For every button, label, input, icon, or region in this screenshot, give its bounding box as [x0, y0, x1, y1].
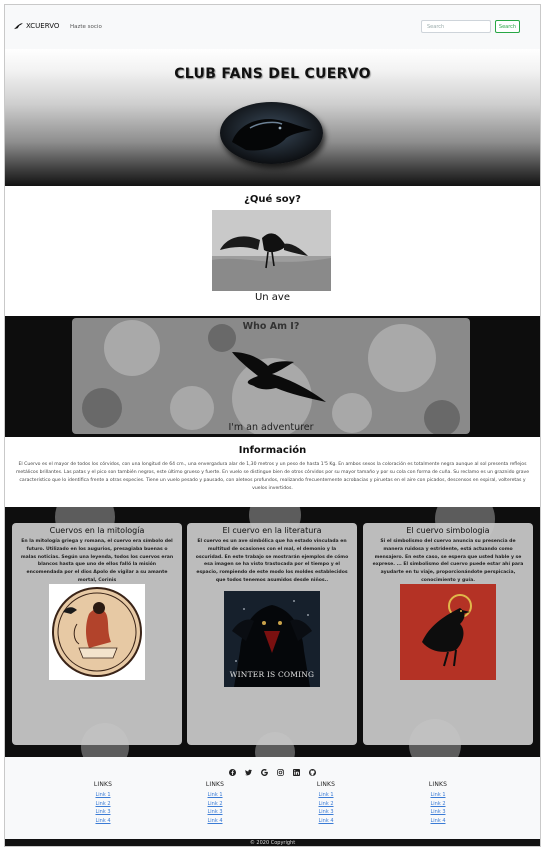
who-am-i-title: Who Am I?	[242, 321, 300, 332]
footer-column-heading: LINKS	[316, 781, 336, 788]
footer-column-1: LINKS Link 1 Link 2 Link 3 Link 4	[73, 781, 133, 825]
footer-column-heading: LINKS	[205, 781, 225, 788]
footer-column-heading: LINKS	[428, 781, 448, 788]
navbar: XCUERVO Hazte socio Search	[5, 5, 540, 49]
section-caption: Un ave	[254, 292, 291, 303]
winter-is-coming-image: WINTER IS COMING	[224, 591, 320, 687]
instagram-icon[interactable]	[277, 769, 284, 776]
search-button[interactable]: Search	[495, 20, 520, 33]
facebook-icon[interactable]	[229, 769, 236, 776]
footer-column-3: LINKS Link 1 Link 2 Link 3 Link 4	[296, 781, 356, 825]
who-am-i-caption: I'm an adventurer	[228, 422, 314, 433]
footer-link[interactable]: Link 4	[73, 817, 133, 826]
card-title: El cuervo en la literatura	[222, 526, 322, 535]
card-text: En la mitología griega y romana, el cuer…	[20, 539, 174, 583]
card-title: Cuervos en la mitología	[49, 526, 145, 535]
twitter-icon[interactable]	[245, 769, 252, 776]
google-icon[interactable]	[261, 769, 268, 776]
hero-section: CLUB FANS DEL CUERVO	[5, 49, 540, 186]
section-title: ¿Qué soy?	[244, 194, 301, 205]
information-text: El Cuervo es el mayor de todos los córvi…	[15, 462, 530, 491]
mythology-card: Cuervos en la mitología En la mitología …	[12, 523, 182, 745]
footer-column-heading: LINKS	[93, 781, 113, 788]
copyright-bar: © 2020 Copyright	[5, 839, 540, 846]
who-am-i-card: Who Am I? I'm an adventurer	[72, 318, 470, 434]
brand-link[interactable]: XCUERVO	[14, 22, 59, 30]
footer-column-4: LINKS Link 1 Link 2 Link 3 Link 4	[408, 781, 468, 825]
crow-logo-icon	[14, 22, 23, 30]
footer-link[interactable]: Link 2	[408, 800, 468, 809]
symbolism-card: El cuervo simbologia Si el simbolismo de…	[363, 523, 533, 745]
card-text: El cuervo es un ave simbólica que ha est…	[195, 539, 349, 583]
what-am-i-section: ¿Qué soy? Un ave	[5, 186, 540, 316]
search-input[interactable]	[421, 20, 491, 33]
winter-is-coming-text: WINTER IS COMING	[229, 670, 315, 679]
footer-link[interactable]: Link 3	[408, 808, 468, 817]
cards-section: Cuervos en la mitología En la mitología …	[5, 507, 540, 757]
greek-vase-image	[49, 584, 145, 680]
linkedin-icon[interactable]	[293, 769, 300, 776]
information-section: Información El Cuervo es el mayor de tod…	[5, 437, 540, 507]
hero-crow-image	[220, 102, 323, 164]
footer-link[interactable]: Link 2	[185, 800, 245, 809]
footer-link[interactable]: Link 1	[185, 791, 245, 800]
footer-column-2: LINKS Link 1 Link 2 Link 3 Link 4	[185, 781, 245, 825]
information-title: Información	[238, 445, 307, 456]
who-am-i-section: Who Am I? I'm an adventurer	[5, 316, 540, 437]
footer-link[interactable]: Link 4	[408, 817, 468, 826]
card-text: Si el simbolismo del cuervo anuncia su p…	[372, 539, 524, 583]
crow-icon-painting-image	[400, 584, 496, 680]
hero-title: CLUB FANS DEL CUERVO	[174, 66, 371, 82]
footer-link[interactable]: Link 1	[73, 791, 133, 800]
footer-link[interactable]: Link 4	[185, 817, 245, 826]
social-links	[5, 769, 540, 776]
footer-link[interactable]: Link 3	[296, 808, 356, 817]
footer-link[interactable]: Link 3	[185, 808, 245, 817]
github-icon[interactable]	[309, 769, 316, 776]
nav-link-join[interactable]: Hazte socio	[70, 24, 102, 30]
footer-link[interactable]: Link 1	[296, 791, 356, 800]
footer-link[interactable]: Link 3	[73, 808, 133, 817]
footer-link[interactable]: Link 2	[73, 800, 133, 809]
footer-link[interactable]: Link 1	[408, 791, 468, 800]
page-frame: XCUERVO Hazte socio Search CLUB FANS DEL…	[4, 4, 541, 847]
flying-crow-image	[212, 210, 331, 291]
footer-link[interactable]: Link 4	[296, 817, 356, 826]
literature-card: El cuervo en la literatura El cuervo es …	[187, 523, 357, 745]
footer-link[interactable]: Link 2	[296, 800, 356, 809]
card-title: El cuervo simbologia	[406, 526, 490, 535]
brand-name: XCUERVO	[26, 22, 60, 30]
footer: LINKS Link 1 Link 2 Link 3 Link 4 LINKS …	[5, 757, 540, 839]
